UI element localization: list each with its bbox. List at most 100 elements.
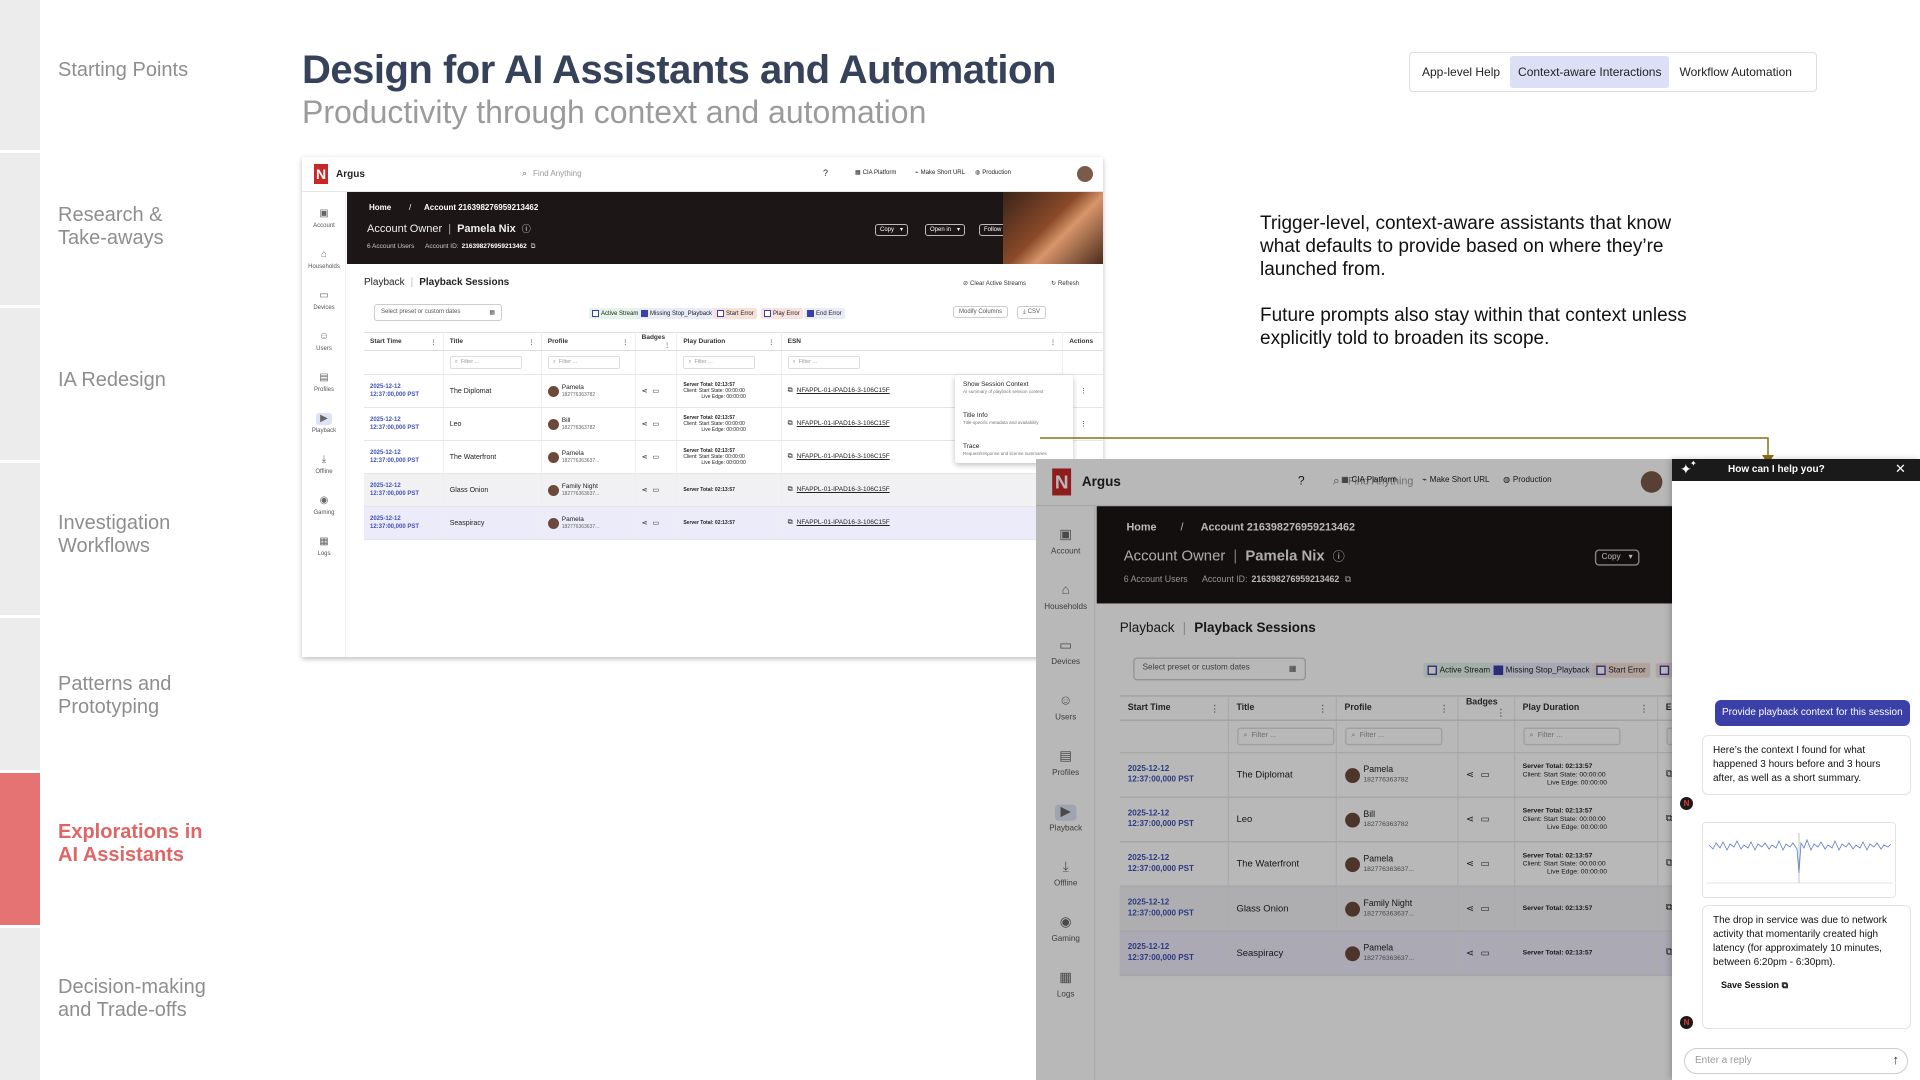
side-nav-item-logs[interactable]: ▦ Logs <box>302 536 346 557</box>
column-header[interactable]: Actions <box>1062 332 1103 351</box>
latency-chart-thumbnail[interactable] <box>1702 822 1896 898</box>
device-icon: ▭ <box>652 487 660 494</box>
global-search[interactable]: ⌕ Find Anything <box>522 168 582 179</box>
column-menu-icon[interactable]: ⋮ <box>768 338 775 346</box>
modify-columns-button[interactable]: Modify Columns <box>953 306 1009 318</box>
close-icon[interactable]: ✕ <box>1895 461 1906 477</box>
share-icon: ⋖ <box>641 454 648 461</box>
column-filter-input[interactable]: ⌕Filter ... <box>787 356 860 369</box>
nav-item[interactable]: Explorations in AI Assistants <box>58 821 258 867</box>
esn-link[interactable]: NFAPPL-01-IPAD16-3-106C15F <box>797 453 890 460</box>
column-header[interactable]: Start Time ⋮ <box>364 332 444 351</box>
profile-avatar <box>547 451 559 463</box>
side-nav-item-devices[interactable]: ▭ Devices <box>302 290 346 311</box>
tab-context-aware-interactions[interactable]: Context-aware Interactions <box>1510 56 1670 88</box>
column-menu-icon[interactable]: ⋮ <box>622 338 629 346</box>
table-row[interactable]: 2025-12-12 12:37:00,000 PST Seaspiracy Pame… <box>364 506 1103 540</box>
profile-name: Pamela 182776363637... <box>562 516 600 531</box>
nav-item[interactable]: Research & Take-aways <box>58 204 258 250</box>
side-nav-label: Profiles <box>313 387 334 393</box>
profile-name: Family Night 182776363637... <box>562 483 600 498</box>
reply-input[interactable]: Enter a reply ↑ <box>1684 1048 1908 1074</box>
profile-cell: Pamela 182776363637... <box>541 506 636 540</box>
esn-link[interactable]: NFAPPL-01-IPAD16-3-106C15F <box>797 486 890 493</box>
nav-item[interactable]: IA Redesign <box>58 369 258 392</box>
column-menu-icon[interactable]: ⋮ <box>430 338 437 346</box>
filter-chip[interactable]: Start Error <box>714 308 757 320</box>
more-actions-icon[interactable]: ⋮ <box>1069 420 1098 428</box>
save-session-button[interactable]: Save Session ⧉ <box>1721 978 1900 992</box>
column-filter-input[interactable]: ⌕Filter ... <box>449 356 522 369</box>
column-header-label: Profile <box>547 337 569 345</box>
assistant-message-text: The drop in service was due to network a… <box>1713 915 1887 968</box>
column-menu-icon[interactable]: ⋮ <box>664 341 671 349</box>
column-menu-icon[interactable]: ⋮ <box>1050 338 1057 346</box>
copy-icon[interactable]: ⧉ <box>531 243 536 250</box>
session-date[interactable]: 2025-12-12 <box>370 482 437 490</box>
tab-workflow-automation[interactable]: Workflow Automation <box>1671 56 1800 88</box>
date-range-picker[interactable]: Select preset or custom dates ▦ <box>374 304 502 321</box>
column-header[interactable]: ESN ⋮ <box>781 332 1064 351</box>
filter-chip[interactable]: Missing Stop_Playback <box>638 308 716 320</box>
session-date[interactable]: 2025-12-12 <box>370 515 437 523</box>
esn-link[interactable]: NFAPPL-01-IPAD16-3-106C15F <box>797 420 890 427</box>
table-header-row: Start Time ⋮ Title ⋮ Profile ⋮ Badges ⋮ Play Dur… <box>364 332 1103 351</box>
environment-select[interactable]: ◍ Production <box>975 169 1011 176</box>
filter-placeholder: Filter ... <box>558 359 578 365</box>
nav-item[interactable]: Starting Points <box>58 59 258 82</box>
column-filter-input[interactable]: ⌕Filter ... <box>547 356 620 369</box>
column-header[interactable]: Title ⋮ <box>443 332 542 351</box>
refresh-button[interactable]: ↻ Refresh <box>1051 280 1079 287</box>
column-header[interactable]: Profile ⋮ <box>541 332 636 351</box>
side-nav-item-users[interactable]: ☺ Users <box>302 331 346 352</box>
profile-cell: Pamela 182776363782 <box>541 374 636 408</box>
page-parent[interactable]: Playback <box>364 277 405 288</box>
session-date[interactable]: 2025-12-12 <box>370 416 437 424</box>
filter-chip[interactable]: End Error <box>804 308 845 320</box>
clear-active-streams-button[interactable]: ⊘ Clear Active Streams <box>963 280 1026 287</box>
more-actions-icon[interactable]: ⋮ <box>1069 387 1098 395</box>
column-header[interactable]: Badges ⋮ <box>635 332 678 351</box>
nav-item[interactable]: Patterns and Prototyping <box>58 673 258 719</box>
short-url-link[interactable]: ⌁ Make Short URL <box>915 169 965 176</box>
start-time-cell: 2025-12-12 12:37:00,000 PST <box>364 407 444 441</box>
column-header[interactable]: Play Duration ⋮ <box>676 332 782 351</box>
filter-chip[interactable]: Play Error <box>761 308 803 320</box>
copy-button[interactable]: Copy ▾ <box>875 224 909 236</box>
side-nav-item-account[interactable]: ▣ Account <box>302 208 346 229</box>
session-date[interactable]: 2025-12-12 <box>370 383 437 391</box>
open-in-button[interactable]: Open in ▾ <box>925 224 966 236</box>
filter-chip[interactable]: Active Stream <box>589 308 642 320</box>
cia-platform-link[interactable]: ▦ CIA Platform <box>855 169 896 176</box>
side-nav-label: Offline <box>315 469 333 475</box>
side-nav-item-households[interactable]: ⌂ Households <box>302 249 346 270</box>
assistant-message: Here’s the context I found for what happ… <box>1702 735 1911 795</box>
csv-button[interactable]: ⤓ CSV <box>1017 306 1046 319</box>
help-icon[interactable]: ? <box>823 168 828 178</box>
nav-item[interactable]: Investigation Workflows <box>58 512 258 558</box>
netflix-logo: N <box>314 164 328 184</box>
send-icon[interactable]: ↑ <box>1893 1052 1900 1067</box>
gaming-icon: ◉ <box>319 495 329 506</box>
logs-icon: ▦ <box>319 536 329 547</box>
column-menu-icon[interactable]: ⋮ <box>528 338 535 346</box>
info-icon[interactable]: ⓘ <box>522 224 531 234</box>
side-nav-item-offline[interactable]: ⤓ Offline <box>302 454 346 475</box>
tab-app-level-help[interactable]: App-level Help <box>1414 56 1508 88</box>
esn-link[interactable]: NFAPPL-01-IPAD16-3-106C15F <box>797 519 890 526</box>
context-menu-item[interactable]: Title Info Title-specific metadata and av… <box>963 412 1039 425</box>
breadcrumb-home[interactable]: Home <box>369 203 391 212</box>
side-nav-item-playback[interactable]: ▶ Playback <box>302 413 346 434</box>
chip-label: Missing Stop_Playback <box>650 311 713 318</box>
column-filter-input[interactable]: ⌕Filter ... <box>683 356 756 369</box>
side-nav-item-profiles[interactable]: ▤ Profiles <box>302 372 346 393</box>
session-date[interactable]: 2025-12-12 <box>370 449 437 457</box>
account-id: Account ID: 216398276959213462 ⧉ <box>425 243 535 251</box>
context-menu-item[interactable]: Show Session Context AI summary of playba… <box>963 381 1043 394</box>
avatar[interactable] <box>1077 166 1093 182</box>
esn-link[interactable]: NFAPPL-01-IPAD16-3-106C15F <box>797 387 890 394</box>
table-row[interactable]: 2025-12-12 12:37:00,000 PST Glass Onion Fam… <box>364 473 1103 507</box>
nav-item[interactable]: Decision-making and Trade-offs <box>58 976 258 1022</box>
devices-icon: ▭ <box>319 290 329 301</box>
side-nav-item-gaming[interactable]: ◉ Gaming <box>302 495 346 516</box>
